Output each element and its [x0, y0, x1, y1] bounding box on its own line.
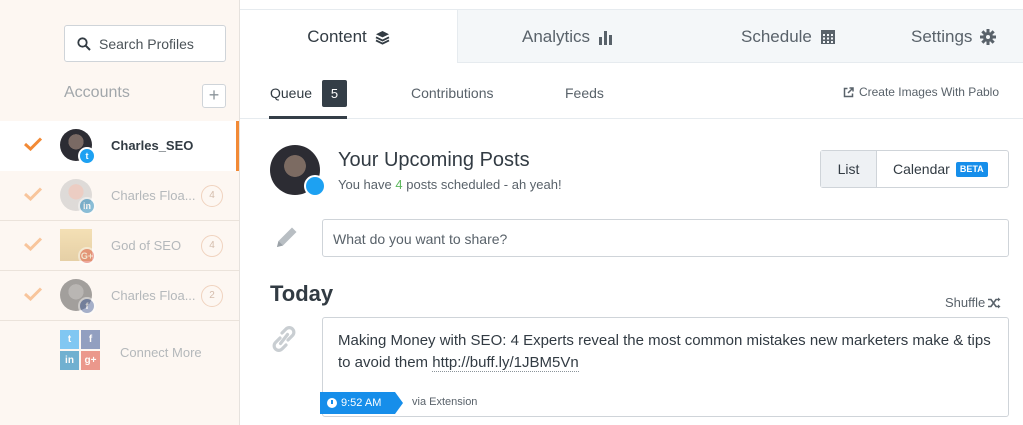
scheduled-time-badge[interactable]: 9:52 AM — [320, 392, 404, 414]
main-tabs: Content Analytics Schedule Settings — [240, 9, 1023, 64]
connect-more-icons[interactable]: t f in g+ — [60, 330, 100, 370]
search-box[interactable] — [64, 25, 226, 62]
check-icon — [24, 187, 42, 201]
account-item-google-plus[interactable]: G+ God of SEO 4 — [0, 221, 239, 271]
search-icon — [77, 37, 91, 51]
shuffle-icon — [988, 297, 1001, 308]
sidebar: Accounts + t Charles_SEO in Charles Floa… — [0, 0, 240, 425]
composer-input[interactable]: What do you want to share? — [322, 219, 1009, 257]
view-toggle: List Calendar BETA — [820, 150, 1009, 188]
list-view-button[interactable]: List — [821, 151, 877, 187]
add-account-button[interactable]: + — [202, 84, 226, 108]
calendar-icon — [820, 29, 835, 44]
shuffle-label: Shuffle — [945, 295, 986, 310]
clock-icon — [327, 398, 337, 408]
connect-more-link[interactable]: Connect More — [120, 345, 202, 360]
queued-post[interactable]: Making Money with SEO: 4 Experts reveal … — [320, 317, 1009, 417]
accounts-heading: Accounts — [64, 84, 130, 101]
scheduled-time: 9:52 AM — [341, 397, 382, 409]
post-source: via Extension — [412, 396, 478, 408]
sub-tabs: Queue 5 Contributions Feeds Create Image… — [240, 63, 1023, 119]
shuffle-button[interactable]: Shuffle — [945, 295, 1001, 310]
day-heading: Today — [270, 281, 334, 306]
calendar-view-button[interactable]: Calendar BETA — [877, 151, 1008, 187]
summary-count: 4 — [395, 177, 403, 192]
account-name: God of SEO — [111, 238, 182, 253]
google-plus-icon: G+ — [78, 247, 96, 265]
posts-scheduled-summary: You have 4 posts scheduled - ah yeah! — [338, 177, 562, 192]
pablo-label: Create Images With Pablo — [858, 85, 999, 99]
check-icon — [24, 287, 42, 301]
tab-settings[interactable]: Settings — [911, 10, 997, 63]
bar-chart-icon — [599, 30, 613, 45]
summary-suffix: posts scheduled - ah yeah! — [406, 177, 562, 192]
account-item-charles-seo[interactable]: t Charles_SEO — [0, 121, 239, 171]
linkedin-icon: in — [78, 197, 96, 215]
summary-prefix: You have — [338, 177, 392, 192]
link-icon — [272, 326, 296, 352]
tab-content[interactable]: Content — [240, 10, 458, 64]
gear-icon — [980, 28, 997, 45]
linkedin-icon: in — [60, 351, 79, 370]
check-icon — [24, 137, 42, 151]
subtab-contributions[interactable]: Contributions — [411, 85, 494, 101]
tab-analytics[interactable]: Analytics — [522, 10, 614, 63]
tab-label: Analytics — [522, 26, 591, 46]
account-item-linkedin[interactable]: in Charles Floa... 4 — [0, 171, 239, 221]
pablo-link[interactable]: Create Images With Pablo — [843, 85, 999, 99]
facebook-icon: f — [81, 330, 100, 349]
account-name: Charles Floa... — [111, 188, 196, 203]
beta-badge: BETA — [955, 161, 988, 177]
layers-icon — [375, 30, 390, 45]
facebook-icon: f — [78, 297, 96, 315]
pencil-icon — [277, 227, 297, 247]
subtab-queue[interactable]: Queue — [270, 85, 312, 101]
account-name: Charles Floa... — [111, 288, 196, 303]
twitter-icon: t — [60, 330, 79, 349]
account-item-facebook[interactable]: f Charles Floa... 2 — [0, 271, 239, 321]
search-input[interactable] — [99, 26, 221, 61]
page-title: Your Upcoming Posts — [338, 149, 530, 171]
queue-count-badge: 5 — [322, 80, 347, 107]
tab-label: Content — [307, 27, 367, 46]
twitter-icon: t — [78, 147, 96, 165]
post-count-badge: 2 — [201, 285, 223, 307]
post-count-badge: 4 — [201, 185, 223, 207]
tab-label: Settings — [911, 26, 973, 46]
tab-schedule[interactable]: Schedule — [741, 10, 836, 63]
post-link[interactable]: http://buff.ly/1JBM5Vn — [432, 354, 579, 372]
calendar-label: Calendar — [893, 161, 950, 177]
check-icon — [24, 237, 42, 251]
post-count-badge: 4 — [201, 235, 223, 257]
account-name: Charles_SEO — [111, 138, 194, 153]
post-text: Making Money with SEO: 4 Experts reveal … — [338, 330, 998, 374]
twitter-icon — [304, 175, 326, 197]
external-link-icon — [843, 86, 854, 97]
google-plus-icon: g+ — [81, 351, 100, 370]
tab-label: Schedule — [741, 26, 812, 46]
subtab-feeds[interactable]: Feeds — [565, 85, 604, 101]
active-tab-indicator — [269, 116, 347, 119]
